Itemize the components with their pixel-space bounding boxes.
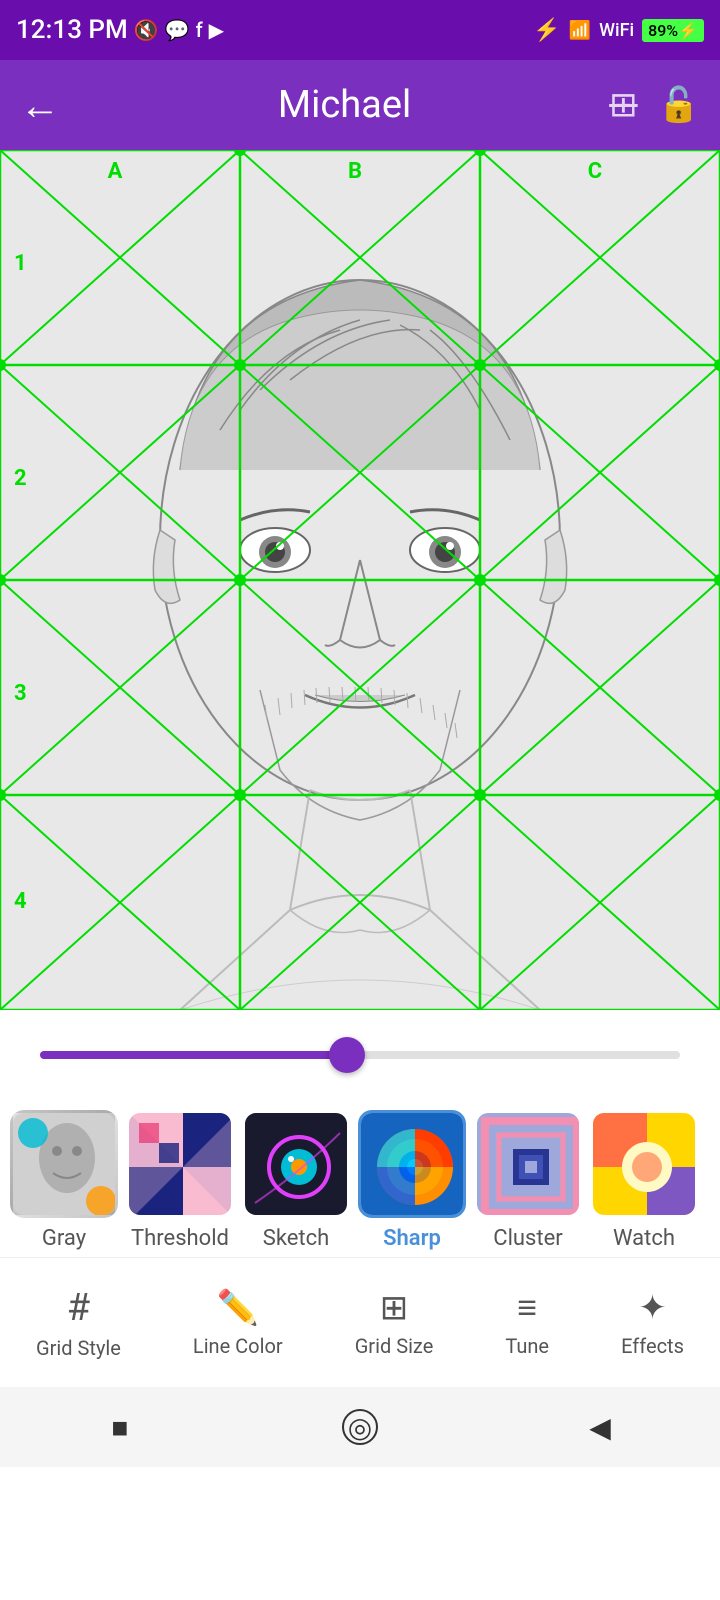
signal-icon: 📶: [569, 20, 591, 41]
bluetooth-icon: ⚡: [533, 18, 560, 43]
filter-label-sketch: Sketch: [263, 1226, 330, 1251]
tool-tune[interactable]: ≡ Tune: [489, 1278, 565, 1368]
tool-grid-style[interactable]: # Grid Style: [20, 1276, 137, 1370]
slider-fill: [40, 1051, 347, 1059]
tool-effects[interactable]: ✦ Effects: [605, 1278, 700, 1368]
message-icon: 💬: [165, 18, 190, 42]
tool-line-color[interactable]: ✏️ Line Color: [177, 1278, 299, 1368]
sketch-svg: [0, 150, 720, 1010]
filter-label-threshold: Threshold: [131, 1226, 229, 1251]
lock-icon[interactable]: 🔓: [658, 85, 700, 125]
status-bar: 12:13 PM 🔇 💬 f ▶ ⚡ 📶 WiFi 89%⚡: [0, 0, 720, 60]
page-title: Michael: [80, 83, 609, 127]
grid-style-icon: #: [67, 1286, 90, 1330]
tune-icon: ≡: [517, 1288, 537, 1328]
filter-thumb-cluster: [474, 1110, 582, 1218]
header: ← Michael ⊞ 🔓: [0, 60, 720, 150]
tool-tune-label: Tune: [505, 1334, 549, 1358]
nav-back-button[interactable]: ◀: [570, 1397, 630, 1457]
filter-label-watch: Watch: [613, 1226, 675, 1251]
status-time-area: 12:13 PM 🔇 💬 f ▶: [16, 15, 224, 45]
back-nav-icon: ◀: [589, 1411, 611, 1444]
filter-item-cluster[interactable]: Cluster: [474, 1110, 582, 1251]
grid-toggle-icon[interactable]: ⊞: [609, 85, 638, 125]
nav-home-button[interactable]: ◎: [330, 1397, 390, 1457]
home-icon: ◎: [342, 1409, 378, 1445]
filter-thumb-gray: [10, 1110, 118, 1218]
battery-icon: 89%⚡: [642, 19, 704, 42]
image-canvas: A B C 1 2 3 4: [0, 150, 720, 1010]
tool-effects-label: Effects: [621, 1334, 684, 1358]
nav-bar: ■ ◎ ◀: [0, 1387, 720, 1467]
grid-size-icon: ⊞: [380, 1288, 409, 1328]
back-button[interactable]: ←: [20, 82, 60, 129]
slider-container: [0, 1010, 720, 1100]
facebook-icon: f: [196, 18, 203, 42]
filter-label-sharp: Sharp: [383, 1226, 441, 1251]
slider-thumb[interactable]: [329, 1037, 365, 1073]
status-time: 12:13 PM: [16, 15, 128, 45]
nav-stop-button[interactable]: ■: [90, 1397, 150, 1457]
filter-strip: Gray Threshold: [0, 1100, 720, 1257]
filter-scroll-container: Gray Threshold: [0, 1110, 708, 1251]
bottom-toolbar: # Grid Style ✏️ Line Color ⊞ Grid Size ≡…: [0, 1257, 720, 1387]
tool-line-color-label: Line Color: [193, 1334, 283, 1358]
filter-label-cluster: Cluster: [493, 1226, 562, 1251]
filter-item-threshold[interactable]: Threshold: [126, 1110, 234, 1251]
tool-grid-size-label: Grid Size: [355, 1334, 434, 1358]
header-actions: ⊞ 🔓: [609, 85, 700, 125]
filter-thumb-sketch: [242, 1110, 350, 1218]
filter-item-gray[interactable]: Gray: [10, 1110, 118, 1251]
youtube-icon: ▶: [209, 18, 224, 42]
filter-label-gray: Gray: [42, 1226, 86, 1251]
filter-thumb-sharp: [358, 1110, 466, 1218]
filter-thumb-watch: [590, 1110, 698, 1218]
filter-item-watch[interactable]: Watch: [590, 1110, 698, 1251]
stop-icon: ■: [112, 1411, 129, 1444]
slider-track[interactable]: [40, 1051, 680, 1059]
filter-item-sharp[interactable]: Sharp: [358, 1110, 466, 1251]
wifi-icon: WiFi: [599, 20, 634, 41]
filter-thumb-threshold: [126, 1110, 234, 1218]
tool-grid-size[interactable]: ⊞ Grid Size: [339, 1278, 450, 1368]
tool-grid-style-label: Grid Style: [36, 1336, 121, 1360]
filter-item-sketch[interactable]: Sketch: [242, 1110, 350, 1251]
mute-icon: 🔇: [134, 18, 159, 42]
line-color-icon: ✏️: [217, 1288, 259, 1328]
effects-icon: ✦: [638, 1288, 667, 1328]
status-icons-area: ⚡ 📶 WiFi 89%⚡: [533, 18, 704, 43]
